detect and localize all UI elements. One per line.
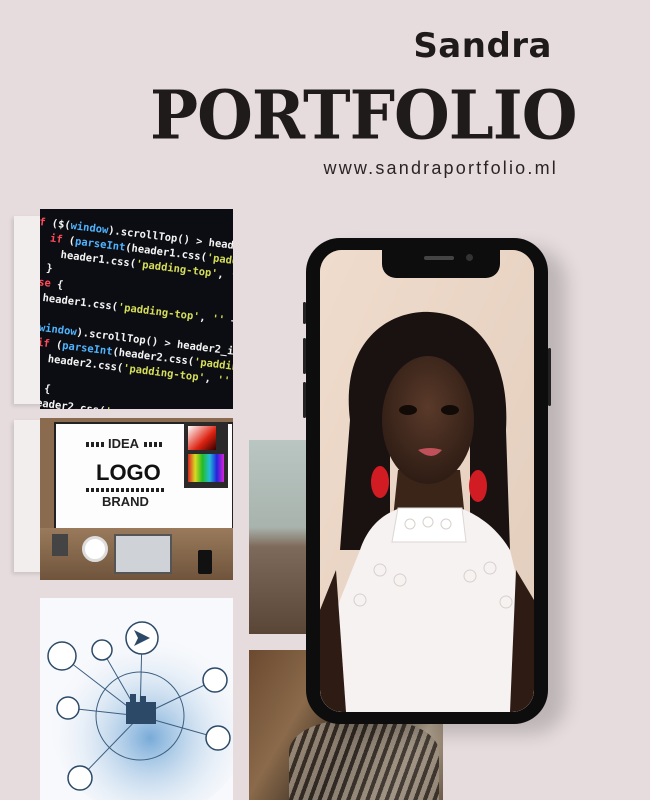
desk <box>40 528 233 580</box>
coffee-cup-icon <box>82 536 108 562</box>
logo-word-idea: IDEA <box>108 436 140 451</box>
laptop-icon <box>114 534 172 574</box>
portfolio-title: PORTFOLIO <box>150 76 577 156</box>
bars-left <box>86 442 104 447</box>
phone-side-button-3 <box>303 382 306 418</box>
network-graphic <box>40 598 233 800</box>
website-link[interactable]: www.sandraportfolio.ml <box>324 158 558 179</box>
phone-camera-icon <box>466 254 473 261</box>
feather-texture <box>289 720 439 800</box>
network-image <box>40 598 233 800</box>
name-heading: Sandra <box>413 26 552 66</box>
logo-word-logo: LOGO <box>96 460 161 485</box>
bars-right <box>144 442 162 447</box>
phone-mockup <box>303 238 551 724</box>
portrait-photo <box>320 250 534 712</box>
color-palette <box>184 422 228 488</box>
calculator-icon <box>52 534 68 556</box>
logo-word-brand: BRAND <box>102 494 149 509</box>
code-text: if ($(window).scrollTop() > header1_init… <box>40 214 233 409</box>
phone-power-button <box>548 348 551 406</box>
phone-notch <box>382 250 500 278</box>
phone-side-button-2 <box>303 338 306 374</box>
phone-side-button-1 <box>303 302 306 324</box>
phone-screen <box>320 250 534 712</box>
phone-on-desk-icon <box>198 550 212 574</box>
bars-bottom <box>86 488 166 492</box>
phone-speaker <box>424 256 454 260</box>
code-image: if ($(window).scrollTop() > header1_init… <box>40 209 233 409</box>
logo-design-image: IDEA LOGO BRAND <box>40 418 233 580</box>
landscape-photo <box>249 440 311 634</box>
